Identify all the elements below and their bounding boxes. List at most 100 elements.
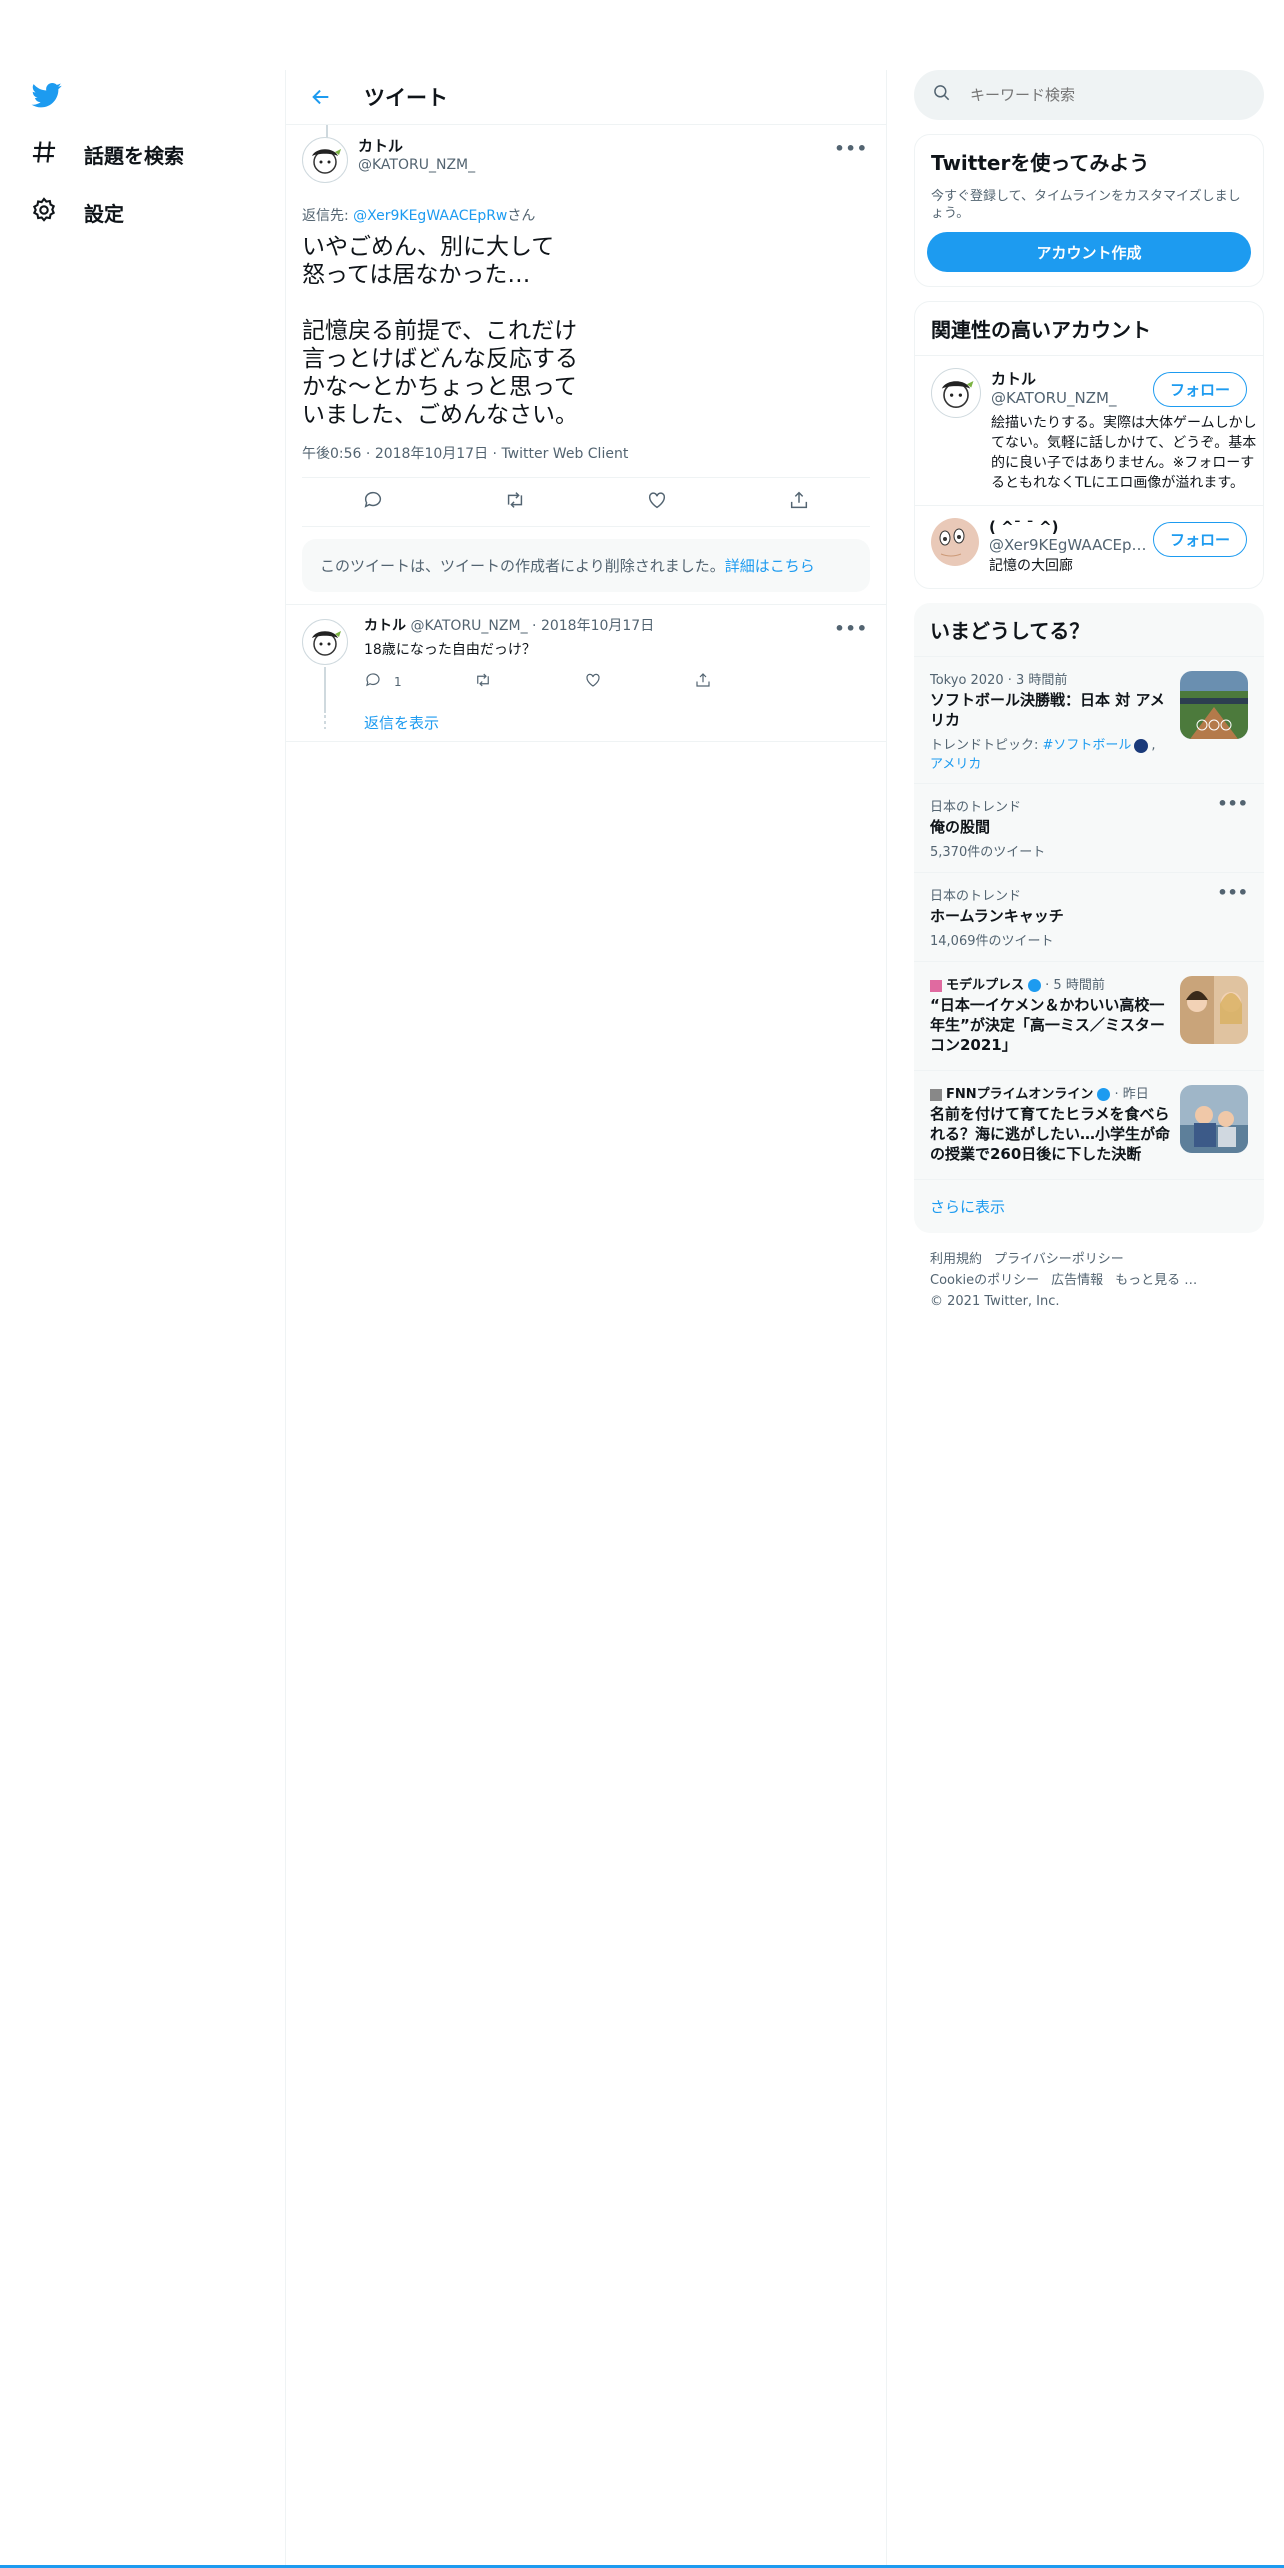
news-headline: “日本一イケメン＆かわいい高校一年生”が決定「高一ミス／ミスターコン2021」 — [930, 996, 1165, 1054]
share-action[interactable] — [694, 671, 804, 692]
gear-icon — [30, 196, 58, 229]
tweet-date[interactable]: 2018年10月17日 — [541, 618, 654, 634]
more-options-icon[interactable]: ••• — [1217, 794, 1248, 813]
reply-action[interactable]: 1 — [364, 671, 474, 692]
avatar[interactable] — [931, 518, 979, 566]
separator: · — [532, 618, 537, 634]
author-name[interactable]: カトル — [364, 618, 406, 634]
related-user[interactable]: カトル @KATORU_NZM_ 絵描いたりする。実際は大体ゲームしかしてない。… — [915, 355, 1263, 505]
avatar[interactable] — [302, 619, 348, 665]
more-options-icon[interactable]: ••• — [834, 619, 868, 638]
left-nav: 話題を検索 設定 — [0, 0, 285, 2568]
separator: · — [492, 446, 497, 462]
news-source: FNNプライムオンライン — [946, 1087, 1094, 1102]
copyright: © 2021 Twitter, Inc. — [930, 1294, 1060, 1309]
trend-item[interactable]: 日本のトレンド 俺の股間 5,370件のツイート ••• — [914, 783, 1264, 872]
create-account-button[interactable]: アカウント作成 — [927, 232, 1251, 272]
user-handle[interactable]: @KATORU_NZM_ — [991, 389, 1151, 407]
thread-line-dotted — [324, 715, 326, 729]
reply-tweet[interactable]: ••• カトル @KATORU_NZM_ · 2018年10月17日 18歳にな… — [286, 604, 886, 742]
tweet-text: いやごめん、別に大して 怒っては居なかった… 記憶戻る前提で、これだけ 言っとけ… — [302, 234, 578, 428]
trend-title: 俺の股間 — [930, 818, 991, 836]
show-more-link[interactable]: さらに表示 — [914, 1179, 1264, 1233]
main-column: ツイート カトル @KATORU_NZM_ ••• 返信先: @Xer9KEgW… — [285, 70, 887, 2568]
reply-icon[interactable] — [362, 489, 384, 515]
nav-item-settings[interactable]: 設定 — [30, 196, 124, 229]
reply-icon — [364, 671, 382, 692]
trend-title: ソフトボール決勝戦：日本 対 アメリカ — [930, 691, 1165, 729]
back-button[interactable] — [306, 82, 336, 112]
deleted-tweet-notice: このツイートは、ツイートの作成者により削除されました。詳細はこちら — [302, 539, 870, 592]
share-icon[interactable] — [788, 489, 810, 515]
trend-topic-link[interactable]: #ソフトボール — [1043, 738, 1132, 753]
footer-link[interactable]: Cookieのポリシー — [930, 1273, 1039, 1288]
tweet-actions — [302, 478, 870, 527]
like-action[interactable] — [584, 671, 694, 692]
trend-item[interactable]: 日本のトレンド ホームランキャッチ 14,069件のツイート ••• — [914, 872, 1264, 961]
related-user[interactable]: ( ^¯ ¯ ^) @Xer9KEgWAACEpRw 記憶の大回廊 フォロー — [915, 505, 1263, 588]
trend-tweet-count: 5,370件のツイート — [930, 845, 1046, 860]
deleted-notice-text: このツイートは、ツイートの作成者により削除されました。 — [320, 557, 725, 575]
reply-suffix: さん — [507, 208, 536, 224]
tweet-meta: 午後0:56 · 2018年10月17日 · Twitter Web Clien… — [302, 443, 870, 478]
author-name[interactable]: カトル — [358, 137, 475, 156]
nav-item-explore[interactable]: 話題を検索 — [30, 138, 184, 171]
user-handle[interactable]: @Xer9KEgWAACEpRw — [989, 536, 1149, 554]
learn-more-link[interactable]: 詳細はこちら — [725, 557, 815, 575]
signup-text: 今すぐ登録して、タイムラインをカスタマイズしましょう。 — [931, 189, 1241, 221]
search-icon — [914, 83, 952, 107]
news-item[interactable]: FNNプライムオンライン · 昨日 名前を付けて育てたヒラメを食べられる？海に逃… — [914, 1070, 1264, 1179]
share-icon — [694, 671, 712, 692]
news-item[interactable]: モデルプレス · 5 時間前 “日本一イケメン＆かわいい高校一年生”が決定「高一… — [914, 961, 1264, 1070]
olympics-badge-icon — [1134, 738, 1149, 753]
search-input[interactable] — [968, 85, 1232, 105]
reply-to-line: 返信先: @Xer9KEgWAACEpRwさん — [302, 205, 870, 225]
footer-link[interactable]: もっと見る … — [1115, 1273, 1197, 1288]
more-options-icon[interactable]: ••• — [1217, 883, 1248, 902]
footer-link[interactable]: プライバシーポリシー — [994, 1252, 1124, 1267]
follow-button[interactable]: フォロー — [1152, 522, 1247, 557]
follow-button[interactable]: フォロー — [1152, 372, 1247, 407]
news-source: モデルプレス — [946, 978, 1025, 993]
trend-context: 日本のトレンド — [930, 800, 1022, 815]
footer-link[interactable]: 利用規約 — [930, 1252, 982, 1267]
retweet-action[interactable] — [474, 671, 584, 692]
news-time: · 5 時間前 — [1041, 978, 1105, 993]
tweet-time[interactable]: 午後0:56 — [302, 446, 361, 462]
trend-topic-link[interactable]: アメリカ — [930, 757, 981, 772]
avatar[interactable] — [302, 137, 348, 183]
author-handle[interactable]: @KATORU_NZM_ — [358, 156, 475, 175]
like-icon[interactable] — [646, 489, 668, 515]
trend-tweet-count: 14,069件のツイート — [930, 934, 1054, 949]
user-name[interactable]: カトル — [991, 368, 1161, 389]
softball-stadium-thumbnail — [1180, 671, 1248, 739]
user-name[interactable]: ( ^¯ ¯ ^) — [989, 518, 1159, 536]
related-accounts-card: 関連性の高いアカウント カトル @KATORU_NZM_ 絵描いたりする。実際は… — [914, 301, 1264, 589]
trends-title: いまどうしてる？ — [930, 619, 1090, 643]
trend-topic-prefix: トレンドトピック: — [930, 738, 1043, 753]
tweet-actions: 1 — [364, 671, 804, 692]
related-title: 関連性の高いアカウント — [931, 318, 1151, 342]
verified-badge-icon — [1028, 979, 1042, 992]
source-logo-icon — [930, 1088, 942, 1101]
retweet-icon[interactable] — [504, 489, 526, 515]
retweet-icon — [474, 671, 492, 692]
more-options-icon[interactable]: ••• — [834, 139, 868, 158]
trend-item[interactable]: Tokyo 2020 · 3 時間前 ソフトボール決勝戦：日本 対 アメリカ ト… — [914, 656, 1264, 783]
trend-topics: トレンドトピック: #ソフトボール, アメリカ — [930, 738, 1156, 772]
arrow-left-icon — [312, 89, 329, 105]
twitter-logo-icon[interactable] — [30, 80, 64, 110]
news-headline: 名前を付けて育てたヒラメを食べられる？海に逃がしたい…小学生が命の授業で260日… — [930, 1105, 1171, 1163]
show-replies-link[interactable]: 返信を表示 — [364, 712, 870, 733]
reply-prefix: 返信先: — [302, 208, 354, 224]
reply-count: 1 — [394, 674, 402, 689]
author-handle[interactable]: @KATORU_NZM_ — [410, 618, 527, 634]
avatar[interactable] — [931, 368, 981, 418]
tweet-date[interactable]: 2018年10月17日 — [375, 446, 488, 462]
tweet-client[interactable]: Twitter Web Client — [501, 446, 628, 462]
focused-tweet: カトル @KATORU_NZM_ ••• 返信先: @Xer9KEgWAACEp… — [286, 125, 886, 527]
reply-to-link[interactable]: @Xer9KEgWAACEpRw — [353, 208, 507, 224]
footer-link[interactable]: 広告情報 — [1051, 1273, 1103, 1288]
search-box[interactable] — [914, 70, 1264, 120]
news-thumbnail — [1180, 976, 1248, 1044]
